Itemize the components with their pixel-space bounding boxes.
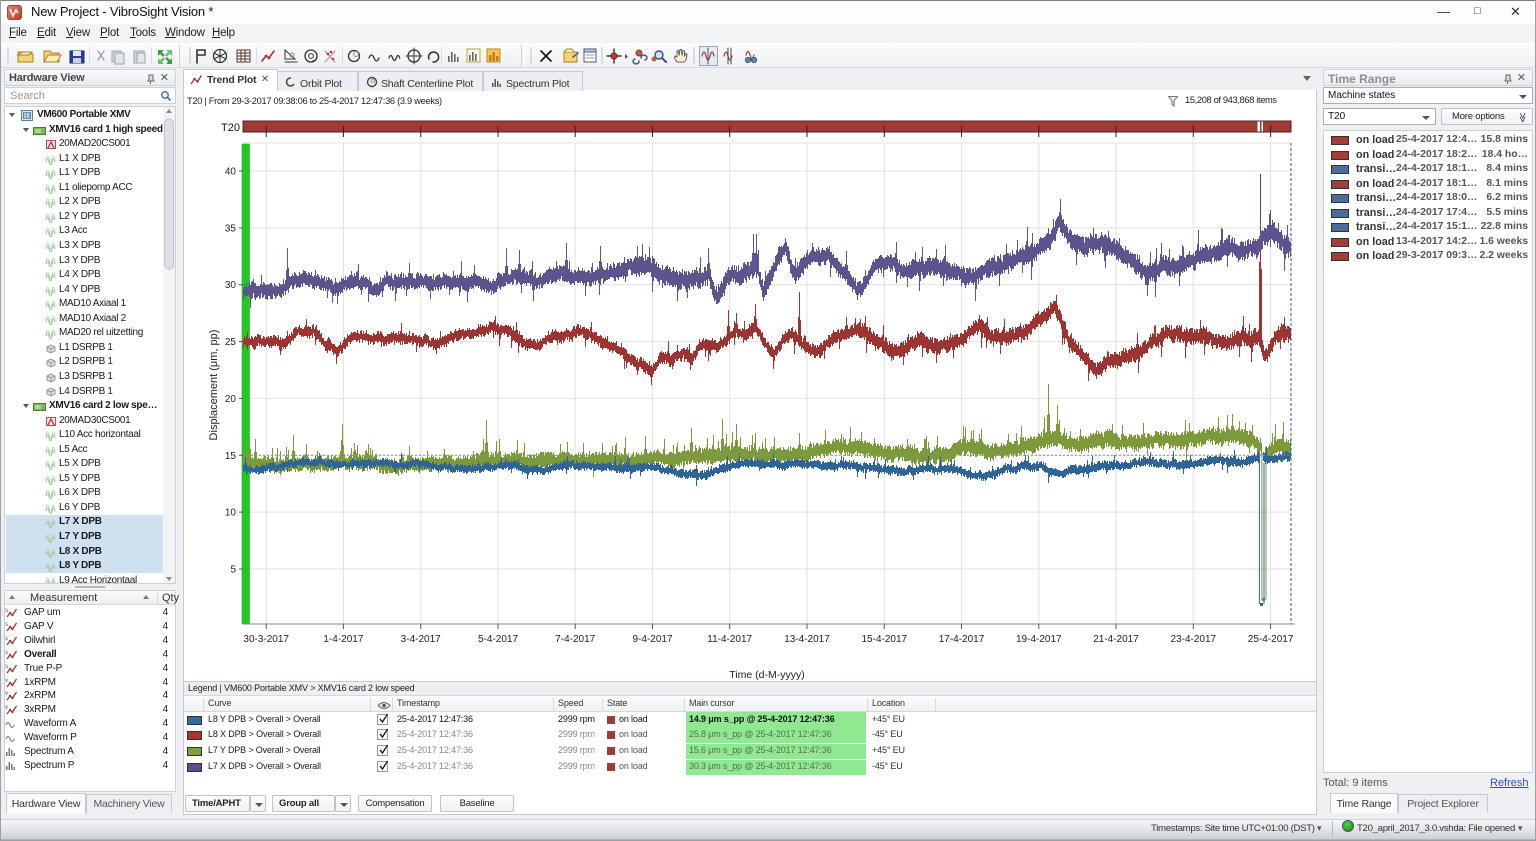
svg-text:5-4-2017: 5-4-2017 (478, 634, 518, 645)
svg-text:17-4-2017: 17-4-2017 (939, 634, 985, 645)
svg-text:s: s (5, 622, 8, 628)
svg-text:v: v (5, 691, 8, 697)
svg-text:25-4-2017: 25-4-2017 (1248, 634, 1294, 645)
svg-text:20: 20 (225, 394, 237, 405)
svg-text:30: 30 (225, 280, 237, 291)
svg-text:35: 35 (225, 223, 237, 234)
svg-text:v: v (5, 678, 8, 684)
svg-text:15: 15 (225, 451, 237, 462)
svg-text:19-4-2017: 19-4-2017 (1016, 634, 1062, 645)
svg-text:3-4-2017: 3-4-2017 (401, 634, 441, 645)
svg-text:s: s (5, 664, 8, 670)
svg-text:1-4-2017: 1-4-2017 (323, 634, 363, 645)
svg-text:40: 40 (225, 167, 237, 178)
svg-text:Time (d-M-yyyy): Time (d-M-yyyy) (729, 669, 804, 681)
svg-text:21-4-2017: 21-4-2017 (1093, 634, 1139, 645)
svg-text:9-4-2017: 9-4-2017 (632, 634, 672, 645)
svg-text:23-4-2017: 23-4-2017 (1171, 634, 1217, 645)
svg-text:7-4-2017: 7-4-2017 (555, 634, 595, 645)
svg-text:v: v (5, 705, 8, 711)
svg-text:11-4-2017: 11-4-2017 (707, 634, 752, 645)
svg-text:T20: T20 (221, 122, 240, 134)
svg-text:15-4-2017: 15-4-2017 (862, 634, 908, 645)
svg-text:13-4-2017: 13-4-2017 (784, 634, 830, 645)
svg-text:s: s (5, 608, 8, 614)
svg-text:30-3-2017: 30-3-2017 (243, 634, 289, 645)
svg-text:Displacement (μm, pp): Displacement (μm, pp) (208, 330, 220, 441)
svg-text:25: 25 (225, 337, 237, 348)
svg-text:5: 5 (230, 565, 236, 576)
svg-text:s: s (5, 650, 8, 656)
svg-text:s: s (5, 636, 8, 642)
svg-text:10: 10 (225, 508, 237, 519)
